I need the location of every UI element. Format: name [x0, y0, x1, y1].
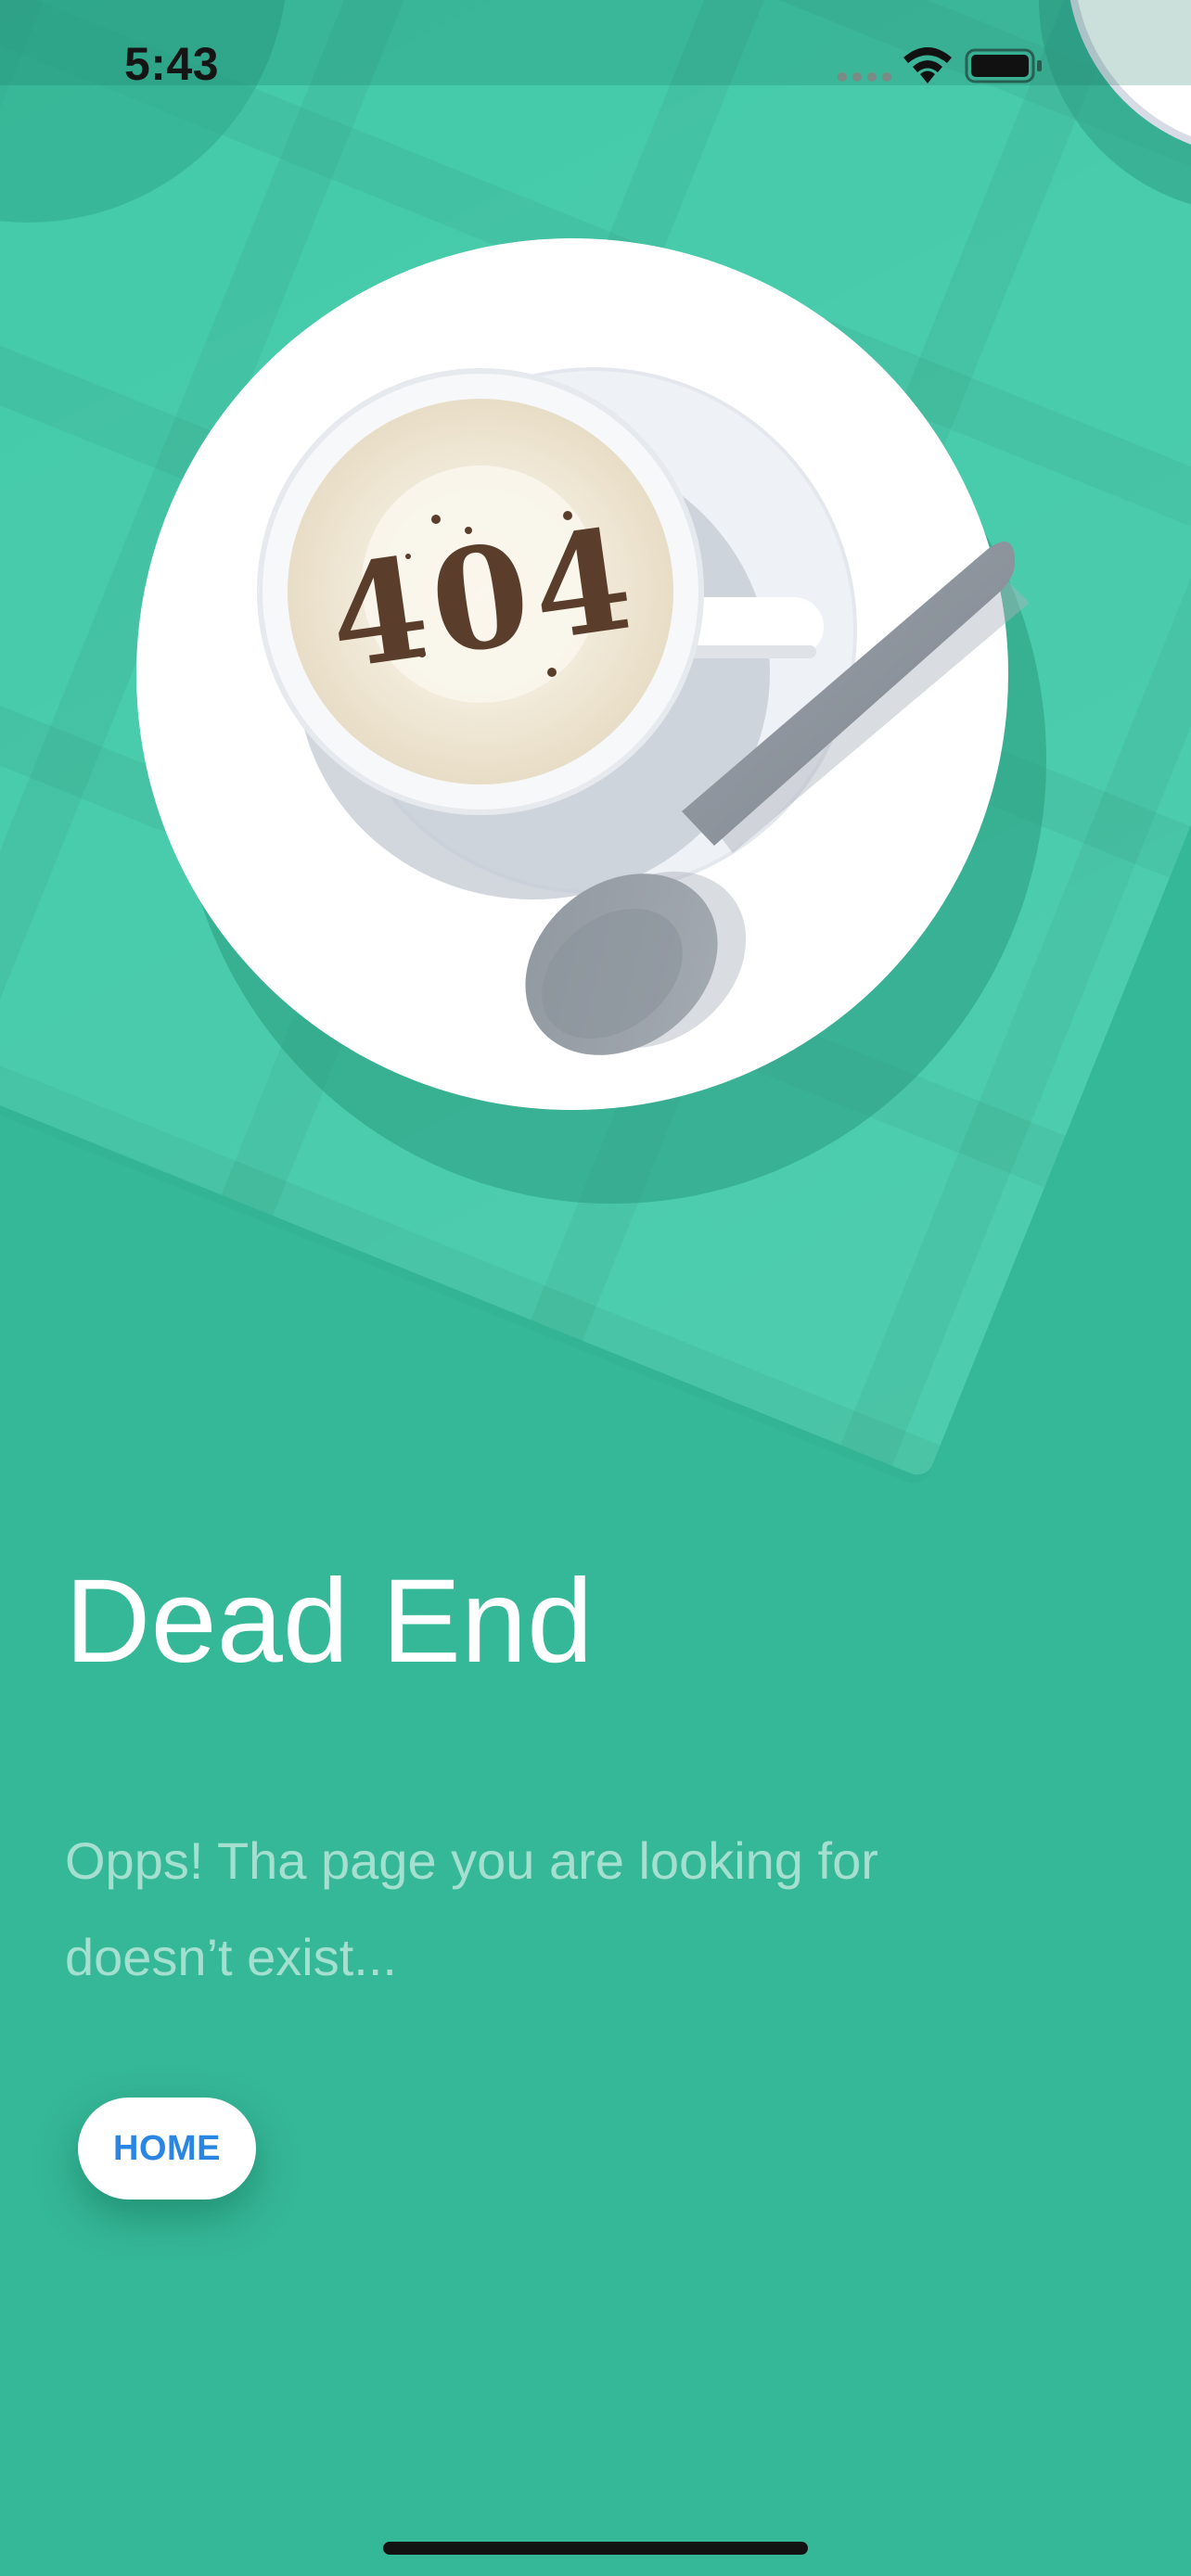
page-title: Dead End	[65, 1555, 594, 1688]
coffee-illustration: 404	[0, 0, 1191, 1298]
home-button[interactable]: HOME	[78, 2098, 256, 2200]
wifi-icon	[903, 47, 952, 83]
home-indicator[interactable]	[383, 2542, 808, 2555]
battery-icon	[965, 48, 1042, 83]
coffee-illustration-svg: 404	[136, 238, 1046, 1204]
status-bar: 5:43	[0, 0, 1191, 90]
signal-dots-icon	[838, 72, 891, 82]
error-page: 404 5:43 Dead End Opps! Tha page you are…	[0, 0, 1191, 2576]
error-message: Opps! Tha page you are looking for doesn…	[65, 1831, 878, 1986]
status-time: 5:43	[124, 38, 220, 90]
